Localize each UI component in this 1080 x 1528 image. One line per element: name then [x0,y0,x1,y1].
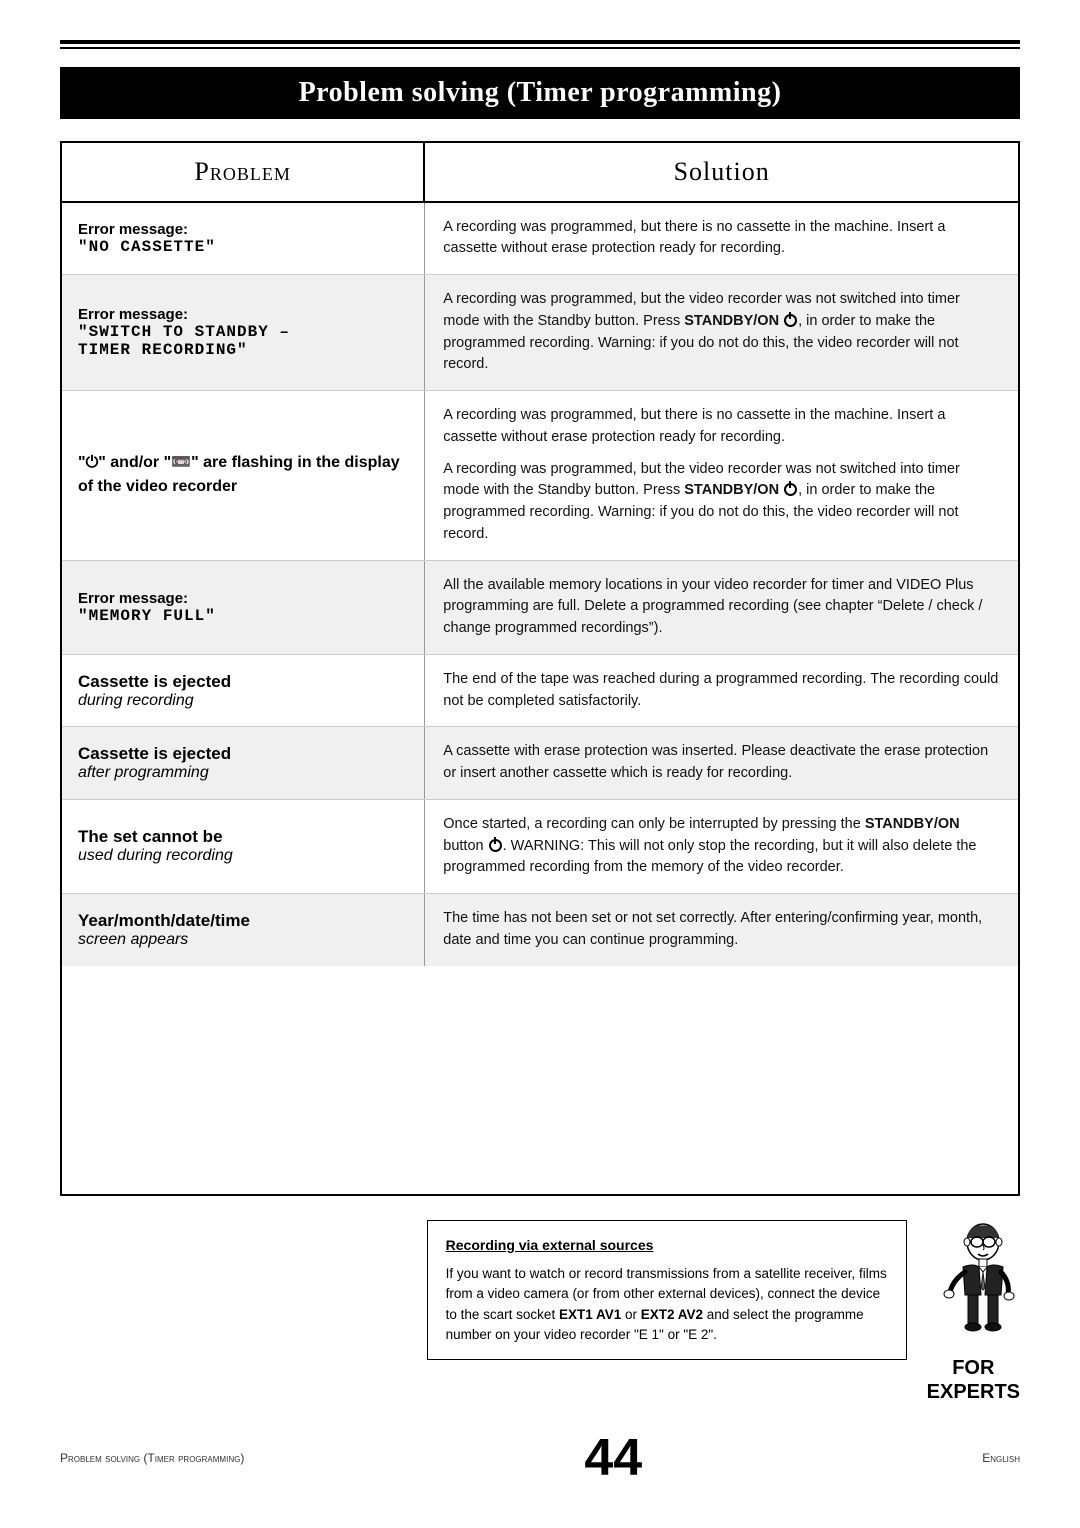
problem-cell-switch-standby: Error message: "SWITCH TO STANDBY –TIMER… [62,275,425,390]
solution-cell-ejected-after: A cassette with erase protection was ins… [425,727,1018,799]
tip-text: If you want to watch or record transmiss… [446,1264,888,1345]
header-solution: Solution [425,143,1018,201]
tip-box: Recording via external sources If you wa… [427,1220,907,1360]
problem-cell-year-month: Year/month/date/time screen appears [62,894,425,966]
problem-main-text: Cassette is ejected [78,672,231,692]
page-title-box: Problem solving (Timer programming) [60,67,1020,119]
expert-box: FOREXPERTS [927,1220,1020,1404]
expert-figure [928,1220,1018,1350]
problem-cell-ejected-after: Cassette is ejected after programming [62,727,425,799]
top-decoration [60,40,1020,49]
solution-cell-ejected-recording: The end of the tape was reached during a… [425,655,1018,727]
page-wrapper: Problem solving (Timer programming) Prob… [0,0,1080,1528]
error-code-switch: "SWITCH TO STANDBY –TIMER RECORDING" [78,323,290,359]
page-title: Problem solving (Timer programming) [90,77,990,109]
thin-line [60,47,1020,49]
problem-cell-set-cannot: The set cannot be used during recording [62,800,425,893]
problem-main-text: The set cannot be [78,827,223,847]
error-code-no-cassette: "NO CASSETTE" [78,238,216,256]
standby-icon [784,314,797,327]
main-table: Problem Solution Error message: "NO CASS… [60,141,1020,1197]
solution-cell-set-cannot: Once started, a recording can only be in… [425,800,1018,893]
problem-cell-no-cassette: Error message: "NO CASSETTE" [62,203,425,275]
tip-title: Recording via external sources [446,1235,888,1256]
standby-icon [784,483,797,496]
problem-sub-text: screen appears [78,931,188,949]
problem-main-text: Year/month/date/time [78,911,250,931]
problem-main-text: Cassette is ejected [78,744,231,764]
problem-sub-text: after programming [78,764,209,782]
solution-text-2: A recording was programmed, but the vide… [443,459,1000,546]
problem-sub-text: used during recording [78,847,233,865]
footer-left-text: Problem solving (Timer programming) [60,1451,244,1465]
solution-cell-switch-standby: A recording was programmed, but the vide… [425,275,1018,390]
solution-cell-year-month: The time has not been set or not set cor… [425,894,1018,966]
problem-header-label: Problem [194,157,290,186]
solution-text: The end of the tape was reached during a… [443,669,1000,713]
solution-text: Once started, a recording can only be in… [443,814,1000,879]
problem-cell-flashing: "⏻" and/or "📼" are flashing in the displ… [62,391,425,560]
page-number: 44 [584,1428,642,1488]
solution-text: A cassette with erase protection was ins… [443,741,1000,785]
table-row: "⏻" and/or "📼" are flashing in the displ… [62,391,1018,561]
footer: Problem solving (Timer programming) 44 E… [60,1428,1020,1488]
solution-cell-flashing: A recording was programmed, but there is… [425,391,1018,560]
table-row: Cassette is ejected during recording The… [62,655,1018,728]
table-row: Error message: "MEMORY FULL" All the ava… [62,561,1018,655]
footer-right-text: English [982,1451,1020,1465]
solution-text: A recording was programmed, but the vide… [443,289,1000,376]
solution-cell-no-cassette: A recording was programmed, but there is… [425,203,1018,275]
error-code-memory: "MEMORY FULL" [78,607,216,625]
solution-text-1: A recording was programmed, but there is… [443,405,1000,449]
table-row: Error message: "NO CASSETTE" A recording… [62,203,1018,276]
header-problem: Problem [62,143,425,201]
error-label: Error message: [78,221,188,238]
solution-text: A recording was programmed, but there is… [443,217,1000,261]
problem-sub-text: during recording [78,692,194,710]
standby-icon [489,839,502,852]
table-row: The set cannot be used during recording … [62,800,1018,894]
thick-line [60,40,1020,44]
table-row: Error message: "SWITCH TO STANDBY –TIMER… [62,275,1018,391]
solution-text: The time has not been set or not set cor… [443,908,1000,952]
flashing-symbol-text: "⏻" and/or "📼" are flashing in the displ… [78,451,408,499]
table-header-row: Problem Solution [62,143,1018,203]
bottom-section: Recording via external sources If you wa… [60,1220,1020,1404]
problem-cell-ejected-recording: Cassette is ejected during recording [62,655,425,727]
table-row: Cassette is ejected after programming A … [62,727,1018,800]
solution-text: All the available memory locations in yo… [443,575,1000,640]
solution-header-label: Solution [674,157,770,186]
expert-label: FOREXPERTS [927,1356,1020,1404]
table-row: Year/month/date/time screen appears The … [62,894,1018,966]
error-label: Error message: [78,590,188,607]
problem-cell-memory-full: Error message: "MEMORY FULL" [62,561,425,654]
solution-cell-memory-full: All the available memory locations in yo… [425,561,1018,654]
error-label: Error message: [78,306,188,323]
